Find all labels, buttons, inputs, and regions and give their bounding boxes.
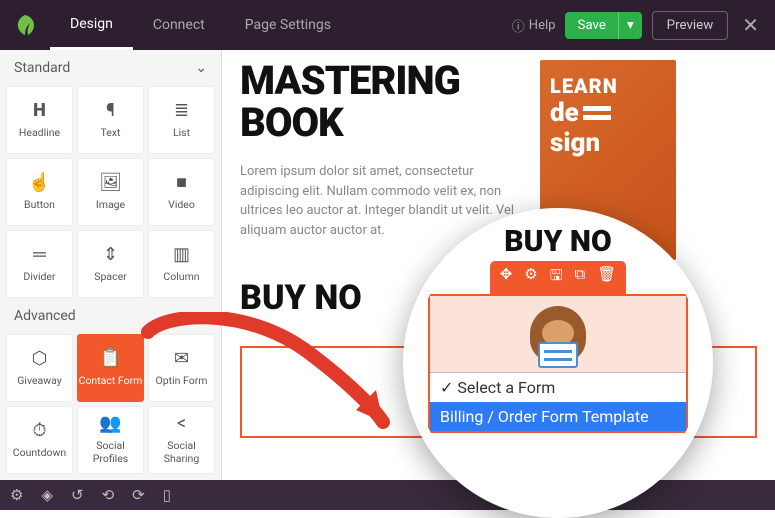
tile-label: Divider	[23, 270, 55, 283]
tile-column[interactable]: ▥ Column	[148, 230, 215, 298]
hero-title: MASTERINGBOOK	[240, 60, 520, 144]
tile-label: Social Profiles	[78, 439, 143, 465]
select-placeholder-option[interactable]: ✓Select a Form	[430, 373, 686, 402]
divider-icon: ═	[33, 246, 46, 264]
tile-label: Button	[24, 198, 55, 211]
save-label: Save	[565, 12, 618, 39]
tile-countdown[interactable]: ⏱ Countdown	[6, 406, 73, 474]
tile-image[interactable]: 🖼 Image	[77, 158, 144, 226]
headline-icon: H	[33, 102, 46, 120]
block-settings-icon[interactable]: ⚙	[524, 265, 537, 290]
hero-img-sign: sign	[550, 128, 666, 158]
section-standard-label: Standard	[14, 60, 70, 76]
delete-icon[interactable]: 🗑	[597, 265, 616, 290]
tile-label: Text	[101, 126, 121, 139]
tile-optin-form[interactable]: ✉ Optin Form	[148, 334, 215, 402]
sidebar: Standard ⌄ H Headline ¶ Text ≣ List ☝ Button…	[0, 50, 222, 480]
giveaway-icon: ⬡	[32, 350, 48, 368]
social-profiles-icon: 👥	[99, 415, 121, 433]
history-icon[interactable]: ↺	[71, 486, 84, 504]
tile-social-sharing[interactable]: < Social Sharing	[148, 406, 215, 474]
tile-spacer[interactable]: ⇕ Spacer	[77, 230, 144, 298]
hero-img-de: de	[550, 98, 579, 128]
preview-button[interactable]: Preview	[652, 11, 729, 40]
tile-giveaway[interactable]: ⬡ Giveaway	[6, 334, 73, 402]
tab-connect[interactable]: Connect	[133, 0, 225, 50]
contact-form-icon: 📋	[99, 350, 121, 368]
magnifier-overlay: BUY NO ✥ ⚙ 🖫 ⧉ 🗑 ✓Select a Form Billing …	[403, 208, 713, 518]
image-icon: 🖼	[99, 174, 122, 192]
tile-text[interactable]: ¶ Text	[77, 86, 144, 154]
top-bar: Design Connect Page Settings ⓘ Help Save…	[0, 0, 775, 50]
tile-headline[interactable]: H Headline	[6, 86, 73, 154]
settings-icon[interactable]: ⚙	[10, 486, 23, 504]
list-icon: ≣	[174, 102, 189, 120]
tile-divider[interactable]: ═ Divider	[6, 230, 73, 298]
tile-list[interactable]: ≣ List	[148, 86, 215, 154]
select-option-billing[interactable]: Billing / Order Form Template	[430, 402, 686, 431]
tile-label: Spacer	[94, 270, 126, 283]
column-icon: ▥	[173, 246, 190, 264]
move-icon[interactable]: ✥	[500, 265, 513, 290]
tile-label: Countdown	[13, 446, 66, 459]
tile-video[interactable]: ■ Video	[148, 158, 215, 226]
help-icon: ⓘ	[512, 16, 525, 35]
section-advanced-label: Advanced	[14, 308, 76, 324]
contact-form-block[interactable]: ✓Select a Form Billing / Order Form Temp…	[428, 294, 688, 433]
lines-icon	[583, 106, 611, 120]
undo-icon[interactable]: ⟲	[102, 486, 115, 504]
mag-buy-heading: BUY NO	[504, 224, 611, 259]
tile-label: List	[173, 126, 190, 139]
wpforms-mascot-icon	[530, 306, 586, 362]
tile-label: Optin Form	[156, 374, 208, 387]
app-logo	[0, 0, 50, 50]
section-standard-header[interactable]: Standard ⌄	[0, 50, 221, 86]
chevron-down-icon: ⌄	[195, 60, 207, 76]
advanced-grid: ⬡ Giveaway 📋 Contact Form ✉ Optin Form ⏱ Cou…	[0, 334, 221, 474]
tile-contact-form[interactable]: 📋 Contact Form	[77, 334, 144, 402]
help-label: Help	[529, 18, 556, 33]
section-advanced-header[interactable]: Advanced	[0, 298, 221, 334]
tile-label: Giveaway	[17, 374, 62, 387]
save-button[interactable]: Save ▾	[565, 12, 641, 39]
video-icon: ■	[176, 174, 187, 192]
nav-tabs: Design Connect Page Settings	[50, 0, 351, 50]
countdown-icon: ⏱	[32, 422, 46, 440]
tile-label: Contact Form	[79, 374, 143, 387]
tile-label: Image	[96, 198, 125, 211]
tile-label: Social Sharing	[149, 439, 214, 465]
check-icon: ✓	[440, 378, 453, 397]
text-icon: ¶	[106, 102, 115, 120]
mobile-preview-icon[interactable]: ▯	[163, 486, 171, 504]
close-icon[interactable]: ✕	[738, 13, 763, 37]
tile-label: Column	[163, 270, 199, 283]
redo-icon[interactable]: ⟳	[132, 486, 145, 504]
save-caret-icon[interactable]: ▾	[618, 12, 642, 39]
spacer-icon: ⇕	[103, 246, 118, 264]
form-select[interactable]: ✓Select a Form Billing / Order Form Temp…	[430, 372, 686, 431]
button-icon: ☝	[28, 174, 50, 192]
tile-label: Video	[168, 198, 195, 211]
block-toolbar: ✥ ⚙ 🖫 ⧉ 🗑	[490, 261, 627, 294]
help-link[interactable]: ⓘ Help	[512, 16, 556, 35]
optin-form-icon: ✉	[174, 350, 189, 368]
tile-social-profiles[interactable]: 👥 Social Profiles	[77, 406, 144, 474]
tile-label: Headline	[19, 126, 60, 139]
hero-img-learn: LEARN	[550, 74, 666, 98]
tab-page-settings[interactable]: Page Settings	[225, 0, 351, 50]
tab-design[interactable]: Design	[50, 0, 133, 50]
save-block-icon[interactable]: 🖫	[550, 265, 563, 290]
social-sharing-icon: <	[177, 415, 186, 433]
standard-grid: H Headline ¶ Text ≣ List ☝ Button 🖼 Image ■ Vi…	[0, 86, 221, 298]
tile-button[interactable]: ☝ Button	[6, 158, 73, 226]
layers-icon[interactable]: ◈	[41, 486, 53, 504]
duplicate-icon[interactable]: ⧉	[575, 265, 586, 290]
